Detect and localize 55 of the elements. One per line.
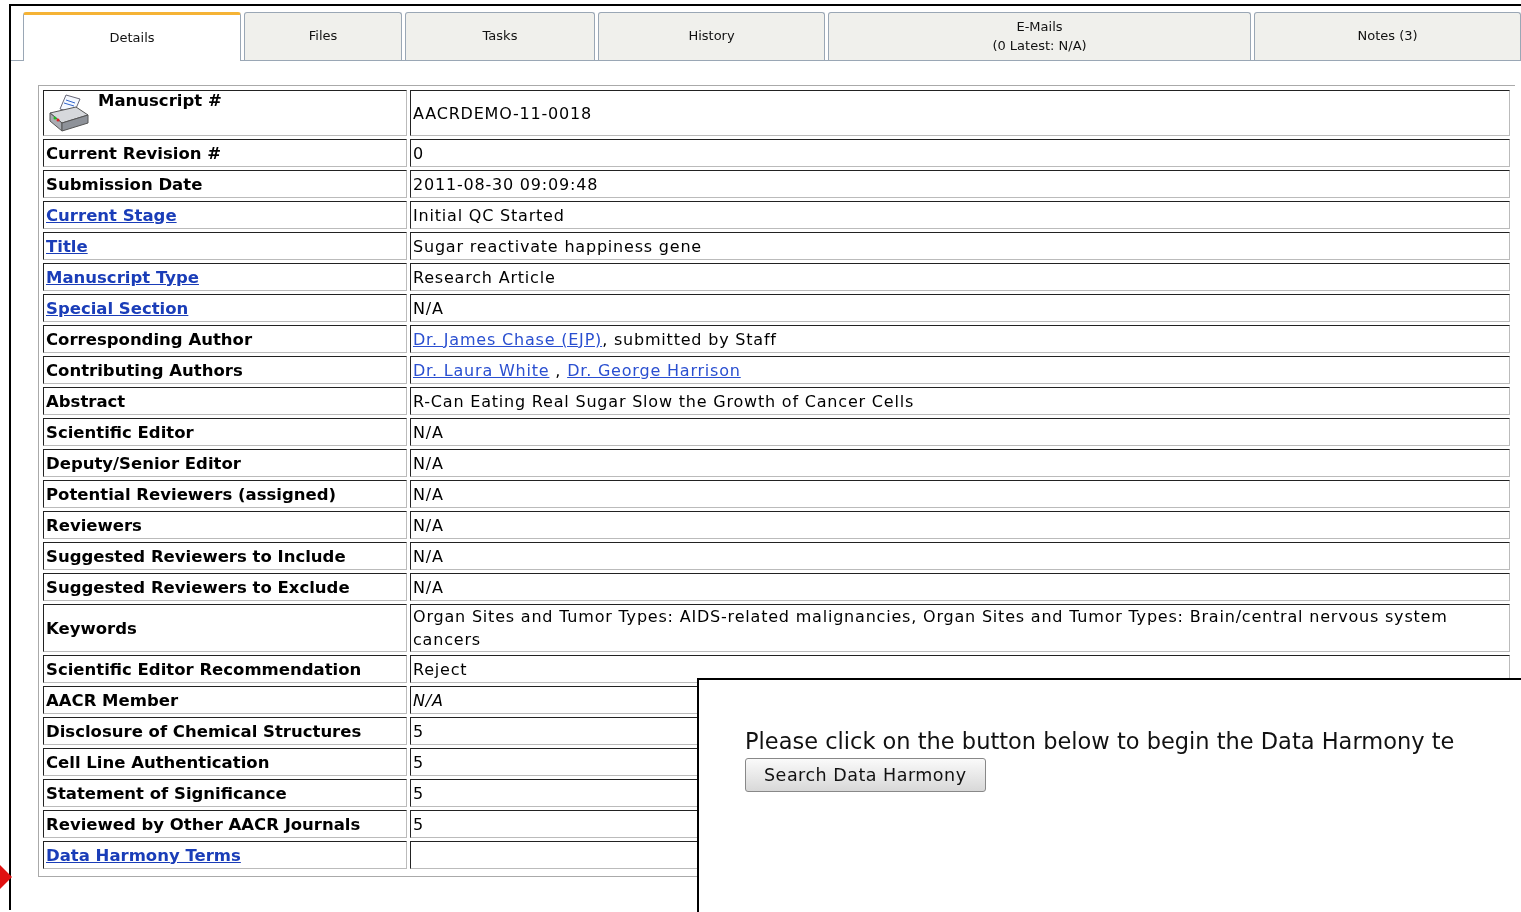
field-value: Sugar reactivate happiness gene xyxy=(413,236,703,256)
field-label: Submission Date xyxy=(46,174,203,194)
tab[interactable]: Tasks xyxy=(405,12,595,60)
field-label: Reviewed by Other AACR Journals xyxy=(46,814,361,834)
field-label: Keywords xyxy=(46,618,137,638)
field-value: N/A xyxy=(413,453,444,473)
field-value: R-Can Eating Real Sugar Slow the Growth of Cancer Cells xyxy=(413,391,915,411)
field-value: N/A xyxy=(413,515,444,535)
field-value: Reject xyxy=(413,659,468,679)
field-value: 5 xyxy=(413,783,424,803)
field-label: Contributing Authors xyxy=(46,360,243,380)
field-value: 2011-08-30 09:09:48 xyxy=(413,174,599,194)
tab[interactable]: History xyxy=(598,12,825,60)
tab[interactable]: Files xyxy=(244,12,402,60)
pointer-icon xyxy=(0,865,12,889)
field-label: Abstract xyxy=(46,391,126,411)
tab[interactable]: E-Mails (0 Latest: N/A) xyxy=(828,12,1251,60)
field-label: Disclosure of Chemical Structures xyxy=(46,721,362,741)
field-value: , xyxy=(554,360,563,380)
author-link[interactable]: Dr. George Harrison xyxy=(567,360,741,380)
field-label: Suggested Reviewers to Exclude xyxy=(46,577,350,597)
author-link[interactable]: Dr. Laura White xyxy=(413,360,550,380)
field-value: N/A xyxy=(413,422,444,442)
field-label: Reviewers xyxy=(46,515,142,535)
field-link[interactable]: Title xyxy=(46,236,88,256)
field-value: 5 xyxy=(413,721,424,741)
field-value: Research Article xyxy=(413,267,556,287)
field-label: Manuscript # xyxy=(98,91,222,110)
tab[interactable]: Details xyxy=(23,12,241,61)
field-label: Statement of Significance xyxy=(46,783,287,803)
field-value: N/A xyxy=(413,546,444,566)
field-label: Deputy/Senior Editor xyxy=(46,453,241,473)
field-value: 0 xyxy=(413,143,424,163)
field-label: Potential Reviewers (assigned) xyxy=(46,484,337,504)
field-value: N/A xyxy=(413,484,444,504)
field-value: N/A xyxy=(413,577,444,597)
field-value: 5 xyxy=(413,752,424,772)
field-value: , submitted by Staff xyxy=(602,329,777,349)
field-value: Organ Sites and Tumor Types: AIDS-related malignancies, Organ Sites and Tumor Types: Brain/central nervous system cancers xyxy=(413,607,1448,649)
field-label: Scientific Editor xyxy=(46,422,194,442)
author-link[interactable]: Dr. James Chase (EJP) xyxy=(413,329,603,349)
field-value: AACRDEMO-11-0018 xyxy=(413,103,593,123)
field-label: AACR Member xyxy=(46,690,179,710)
field-label: Current Revision # xyxy=(46,143,222,163)
field-label: Suggested Reviewers to Include xyxy=(46,546,346,566)
field-value: Initial QC Started xyxy=(413,205,565,225)
field-value: N/A xyxy=(413,298,444,318)
tab[interactable]: Notes (3) xyxy=(1254,12,1521,60)
field-value: 5 xyxy=(413,814,424,834)
field-label: Cell Line Authentication xyxy=(46,752,270,772)
search-button[interactable]: Search Data Harmony xyxy=(745,758,986,792)
field-label: Corresponding Author xyxy=(46,329,253,349)
instruction-text: Please click on the button below to begin the Data Harmony te xyxy=(745,728,1456,754)
field-label: Scientific Editor Recommendation xyxy=(46,659,362,679)
field-value: N/A xyxy=(413,690,444,710)
